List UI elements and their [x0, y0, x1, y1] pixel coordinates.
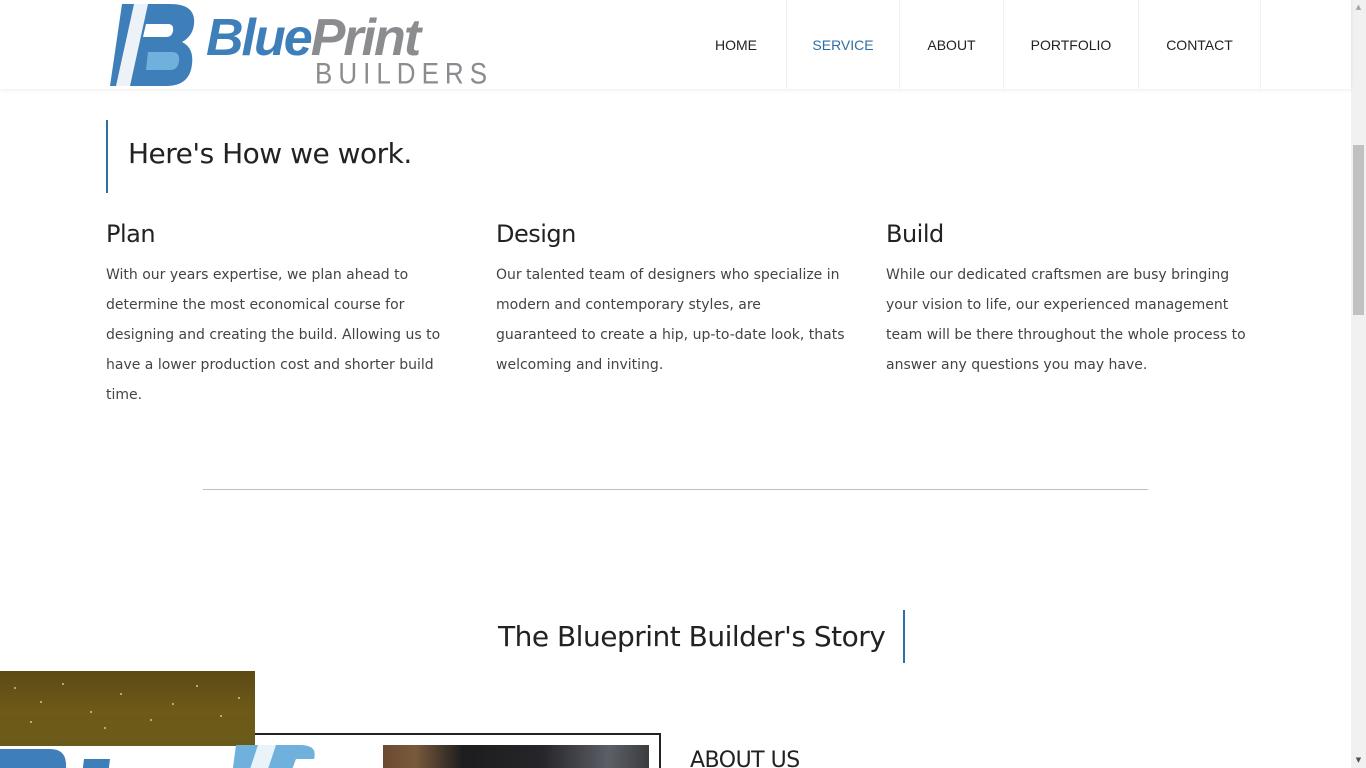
logo-subtitle: BUILDERS: [315, 55, 494, 91]
plan-column: Plan With our years expertise, we plan a…: [106, 218, 466, 410]
nav-service[interactable]: SERVICE: [787, 0, 900, 89]
plan-title: Plan: [106, 220, 156, 248]
nav-contact[interactable]: CONTACT: [1139, 0, 1261, 89]
build-text: While our dedicated craftsmen are busy b…: [886, 267, 1246, 373]
plan-text: With our years expertise, we plan ahead …: [106, 267, 441, 403]
blueprint-builders-logo[interactable]: BluePrint BUILDERS: [108, 2, 487, 88]
nav-about[interactable]: ABOUT: [900, 0, 1004, 89]
about-logo-image: [0, 745, 320, 768]
scroll-up-arrow-icon[interactable]: ▲: [1351, 0, 1366, 15]
story-heading: The Blueprint Builder's Story: [498, 610, 906, 663]
about-us-title: ABOUT US: [690, 748, 800, 768]
scroll-down-arrow-icon[interactable]: ▼: [1351, 753, 1366, 768]
about-logo-mark-icon: [0, 745, 315, 768]
build-column: Build While our dedicated craftsmen are …: [886, 218, 1246, 380]
design-title: Design: [496, 220, 576, 248]
about-photo: [383, 745, 649, 768]
scroll-thumb[interactable]: [1353, 145, 1364, 315]
section-divider: [203, 489, 1148, 490]
main-nav: HOME SERVICE ABOUT PORTFOLIO CONTACT: [686, 0, 1261, 89]
design-text: Our talented team of designers who speci…: [496, 267, 845, 373]
design-column: Design Our talented team of designers wh…: [496, 218, 846, 380]
page-scrollbar[interactable]: ▲ ▼: [1351, 0, 1366, 768]
nav-home[interactable]: HOME: [686, 0, 787, 89]
logo-b-mark-icon: [110, 4, 195, 86]
build-title: Build: [886, 220, 944, 248]
nav-portfolio[interactable]: PORTFOLIO: [1004, 0, 1139, 89]
how-we-work-heading: Here's How we work.: [128, 137, 412, 170]
gold-texture-image: [0, 671, 255, 746]
story-heading-block: The Blueprint Builder's Story: [498, 610, 906, 663]
site-header: BluePrint BUILDERS HOME SERVICE ABOUT PO…: [0, 0, 1351, 89]
how-we-work-heading-block: Here's How we work.: [106, 120, 412, 193]
